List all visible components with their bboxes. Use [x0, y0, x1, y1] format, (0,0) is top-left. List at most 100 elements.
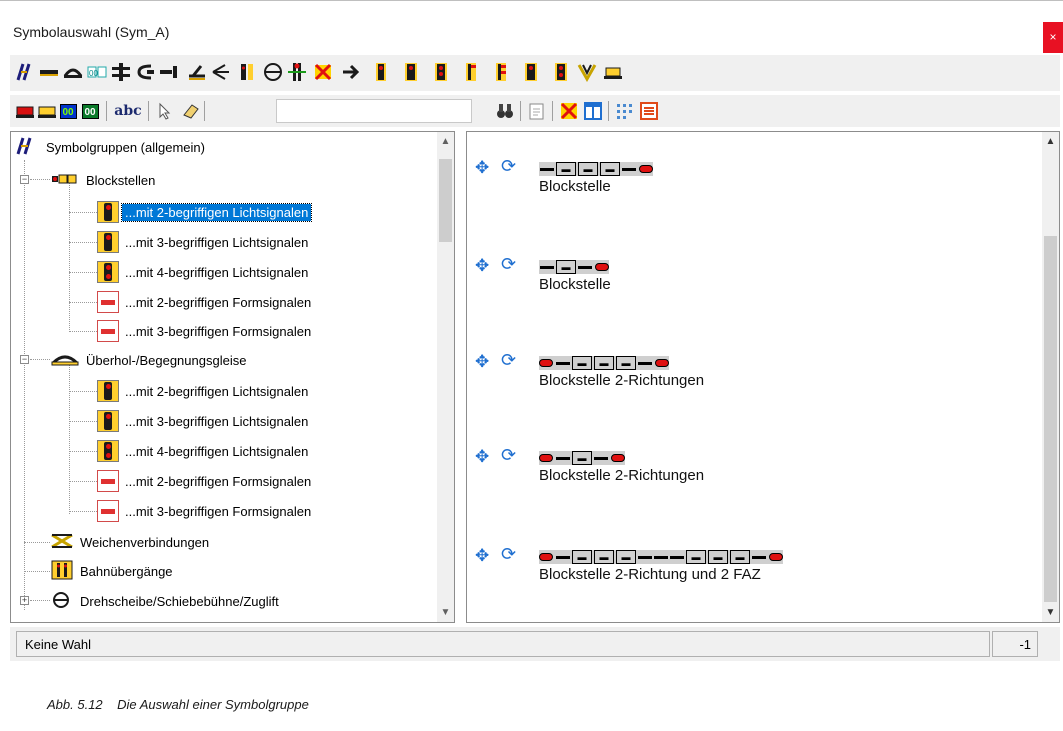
signal-red-3-icon[interactable]	[430, 61, 452, 83]
rotate-icon[interactable]: ⟳	[501, 156, 516, 177]
status-bar: Keine Wahl -1	[10, 627, 1060, 661]
tree-scrollbar[interactable]: ▲ ▼	[437, 132, 454, 622]
scroll-down-icon[interactable]: ▼	[437, 607, 454, 618]
tree-item-blockstellen-licht3[interactable]: ...mit 3-begriffigen Lichtsignalen	[97, 231, 311, 253]
eraser-icon[interactable]	[180, 100, 202, 122]
symbol-entry[interactable]: ✥ ⟳ ▬ ▬ ▬ ▬ ▬ ▬ Blockstelle 2-Richtung und 2 …	[475, 542, 1035, 592]
tree-item-ueberhol-form3[interactable]: ...mit 3-begriffigen Formsignalen	[97, 500, 314, 522]
signal-red-2-icon[interactable]	[400, 61, 422, 83]
content-scrollbar[interactable]: ▲ ▼	[1042, 132, 1059, 622]
tree-item-blockstellen-form3[interactable]: ...mit 3-begriffigen Formsignalen	[97, 320, 314, 342]
turnout-right-icon[interactable]	[210, 61, 232, 83]
symbol-entry[interactable]: ✥ ⟳ ▬ ▬ ▬ Blockstelle 2-Richtungen	[475, 348, 1035, 398]
symbol-name: Blockstelle	[539, 178, 611, 195]
list-view-icon[interactable]	[638, 100, 660, 122]
binoculars-icon[interactable]	[494, 100, 516, 122]
move-icon[interactable]: ✥	[475, 546, 489, 566]
signal-red-5-icon[interactable]	[490, 61, 512, 83]
collapse-ueberhol-button[interactable]: −	[20, 355, 29, 364]
scroll-up-icon[interactable]: ▲	[1042, 136, 1059, 147]
rotate-icon[interactable]: ⟳	[501, 445, 516, 466]
small-icons-view-icon[interactable]	[614, 100, 636, 122]
rotate-icon[interactable]: ⟳	[501, 254, 516, 275]
block-station-icon	[51, 172, 79, 189]
tree-connector	[69, 451, 97, 452]
symbol-name: Blockstelle 2-Richtungen	[539, 467, 705, 484]
tree-item-label: ...mit 2-begriffigen Lichtsignalen	[125, 383, 309, 399]
cursor-icon[interactable]	[154, 100, 176, 122]
move-icon[interactable]: ✥	[475, 158, 489, 178]
table-view-icon[interactable]	[582, 100, 604, 122]
title-bar[interactable]: Symbolauswahl (Sym_A) ×	[0, 11, 1063, 53]
tree-item-blockstellen-licht2[interactable]: ...mit 2-begriffigen Lichtsignalen	[97, 201, 313, 223]
tree-group-bahnuebergaenge[interactable]: Bahnübergänge	[51, 560, 176, 582]
tree-root[interactable]: Symbolgruppen (allgemein)	[15, 136, 208, 158]
light-signal-icon	[97, 201, 119, 223]
tree-group-drehscheibe[interactable]: Drehscheibe/Schiebebühne/Zuglift	[51, 590, 282, 612]
expand-drehscheibe-button[interactable]: +	[20, 596, 29, 605]
symbol-groups-icon[interactable]	[14, 61, 36, 83]
level-crossing-icon	[51, 560, 73, 583]
arrow-right-icon[interactable]	[340, 61, 362, 83]
form-signal-icon	[97, 500, 119, 522]
track-end-icon[interactable]	[158, 61, 180, 83]
delete-group-icon[interactable]	[558, 100, 580, 122]
tree-group-label: Drehscheibe/Schiebebühne/Zuglift	[80, 593, 279, 609]
buffer-stop-icon[interactable]	[134, 61, 156, 83]
window-title: Symbolauswahl (Sym_A)	[13, 24, 170, 40]
tree-group-ueberhol[interactable]: Überhol-/Begegnungsgleise	[51, 349, 249, 371]
delete-symbol-icon[interactable]	[312, 61, 334, 83]
turntable-icon[interactable]	[262, 61, 284, 83]
number-green-icon[interactable]: 00	[80, 100, 100, 122]
tree-item-blockstellen-form2[interactable]: ...mit 2-begriffigen Formsignalen	[97, 291, 314, 313]
move-icon[interactable]: ✥	[475, 256, 489, 276]
crossing-icon[interactable]	[110, 61, 132, 83]
symbol-toolbar: 00	[10, 55, 1060, 91]
number-blue-icon[interactable]: 00	[58, 100, 78, 122]
train-yellow-icon[interactable]	[36, 100, 58, 122]
signal-red-7-icon[interactable]	[550, 61, 572, 83]
symbol-name: Blockstelle 2-Richtung und 2 FAZ	[539, 566, 761, 583]
yellow-v-icon[interactable]	[576, 61, 598, 83]
symbol-entry[interactable]: ✥ ⟳ ▬ Blockstelle	[475, 252, 1035, 302]
symbol-name: Blockstelle	[539, 276, 611, 293]
symbol-groups-icon	[15, 136, 37, 159]
move-icon[interactable]: ✥	[475, 352, 489, 372]
move-icon[interactable]: ✥	[475, 447, 489, 467]
counter-icon[interactable]: 00	[86, 61, 108, 83]
scroll-thumb[interactable]	[439, 159, 452, 242]
scroll-down-icon[interactable]: ▼	[1042, 607, 1059, 618]
loco-icon[interactable]	[602, 61, 624, 83]
tree-item-ueberhol-licht3[interactable]: ...mit 3-begriffigen Lichtsignalen	[97, 410, 311, 432]
tree-connector	[69, 212, 97, 213]
track-curve-icon[interactable]	[62, 61, 84, 83]
rotate-icon[interactable]: ⟳	[501, 544, 516, 565]
tree-group-weichenverbindungen[interactable]: Weichenverbindungen	[51, 531, 212, 553]
collapse-blockstellen-button[interactable]: −	[20, 175, 29, 184]
tree-item-ueberhol-licht2[interactable]: ...mit 2-begriffigen Lichtsignalen	[97, 380, 311, 402]
symbol-entry[interactable]: ✥ ⟳ ▬ Blockstelle 2-Richtungen	[475, 443, 1035, 493]
rotate-icon[interactable]: ⟳	[501, 350, 516, 371]
tree-item-ueberhol-form2[interactable]: ...mit 2-begriffigen Formsignalen	[97, 470, 314, 492]
tree-group-blockstellen[interactable]: Blockstellen	[51, 169, 158, 191]
signal-bar-icon[interactable]	[236, 61, 258, 83]
symbol-group-tree[interactable]: Symbolgruppen (allgemein) − Blockstellen…	[10, 131, 455, 623]
train-red-icon[interactable]	[14, 100, 36, 122]
text-tool-button[interactable]: abc	[112, 100, 144, 122]
light-signal-icon	[97, 380, 119, 402]
signal-red-1-icon[interactable]	[370, 61, 392, 83]
scroll-up-icon[interactable]: ▲	[437, 136, 454, 147]
symbol-entry[interactable]: ✥ ⟳ ▬ ▬ ▬ Blockstelle	[475, 154, 1035, 204]
tree-item-blockstellen-licht4[interactable]: ...mit 4-begriffigen Lichtsignalen	[97, 261, 311, 283]
symbol-search-input[interactable]	[276, 99, 472, 123]
level-crossing-icon[interactable]	[286, 61, 308, 83]
edit-properties-icon[interactable]	[526, 100, 548, 122]
tree-item-ueberhol-licht4[interactable]: ...mit 4-begriffigen Lichtsignalen	[97, 440, 311, 462]
signal-red-6-icon[interactable]	[520, 61, 542, 83]
close-button[interactable]: ×	[1043, 22, 1063, 53]
symbol-list-pane[interactable]: ✥ ⟳ ▬ ▬ ▬ Blockstelle ✥ ⟳ ▬ Blockstelle ✥ …	[466, 131, 1060, 623]
scroll-thumb[interactable]	[1044, 236, 1057, 602]
signal-red-4-icon[interactable]	[460, 61, 482, 83]
turnout-left-icon[interactable]	[186, 61, 208, 83]
track-straight-icon[interactable]	[38, 61, 60, 83]
